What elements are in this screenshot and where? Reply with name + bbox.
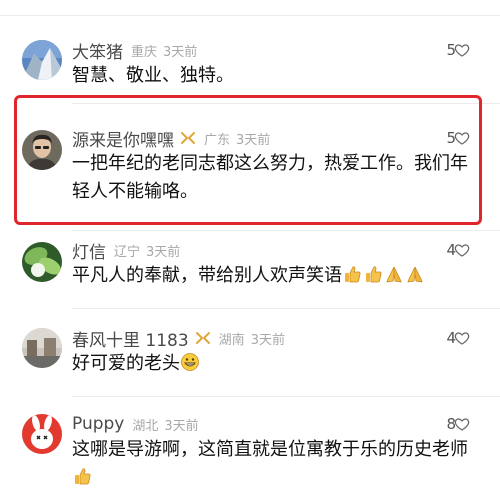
location: 重庆 [131, 44, 158, 60]
heart-icon[interactable] [454, 416, 470, 432]
timestamp: 3天前 [250, 332, 285, 348]
comment-list-page: 大笨猪 重庆 3天前 5 智慧、敬业、独特。 源来是你嘿嘿 广东 3天前 5 一… [0, 0, 500, 496]
comment-body: 好可爱的老头 [72, 353, 180, 374]
location: 湖南 [218, 332, 245, 348]
praying-hands-emoji [384, 264, 404, 284]
timestamp: 3天前 [146, 244, 181, 260]
username[interactable]: 大笨猪 [72, 38, 123, 63]
heart-icon[interactable] [454, 42, 470, 58]
username[interactable]: 源来是你嘿嘿 [72, 126, 174, 151]
vip-badge-icon [195, 330, 211, 346]
comment-body: 智慧、敬业、独特。 [72, 65, 234, 86]
comment-meta: 春风十里 1183 湖南 3天前 [72, 326, 285, 351]
comment-text: 一把年纪的老同志都这么努力，热爱工作。我们年轻人不能输咯。 [72, 150, 468, 206]
heart-icon[interactable] [454, 242, 470, 258]
location: 湖北 [132, 418, 159, 434]
green-plant-avatar-icon[interactable] [22, 242, 62, 282]
thumbs-up-emoji [342, 264, 362, 284]
comment-item: 春风十里 1183 湖南 3天前 4 好可爱的老头 [0, 322, 500, 392]
divider [72, 396, 500, 397]
divider [72, 308, 500, 309]
heart-icon[interactable] [454, 330, 470, 346]
heart-icon[interactable] [454, 130, 470, 146]
comment-meta: Puppy 湖北 3天前 [72, 412, 199, 436]
timestamp: 3天前 [236, 132, 271, 148]
divider [72, 103, 500, 104]
username[interactable]: 春风十里 1183 [72, 326, 189, 351]
comment-body: 这哪是导游啊，这简直就是位寓教于乐的历史老师 [72, 439, 468, 460]
comment-item: 灯信 辽宁 3天前 4 平凡人的奉献，带给别人欢声笑语 [0, 236, 500, 306]
vip-badge-icon [180, 130, 196, 146]
divider [72, 230, 500, 231]
comment-text: 好可爱的老头 [72, 350, 468, 378]
top-divider [0, 15, 500, 16]
username[interactable]: Puppy [72, 414, 124, 434]
thumbs-up-emoji [363, 264, 383, 284]
cartoon-rabbit-avatar-icon[interactable] [22, 414, 62, 454]
timestamp: 3天前 [163, 44, 198, 60]
comment-text: 这哪是导游啊，这简直就是位寓教于乐的历史老师 [72, 436, 468, 492]
comment-text: 平凡人的奉献，带给别人欢声笑语 [72, 262, 468, 290]
location: 辽宁 [114, 244, 141, 260]
comment-item: 源来是你嘿嘿 广东 3天前 5 一把年纪的老同志都这么努力，热爱工作。我们年轻人… [0, 118, 500, 218]
username[interactable]: 灯信 [72, 238, 106, 263]
man-portrait-avatar-icon[interactable] [22, 130, 62, 170]
timestamp: 3天前 [164, 418, 199, 434]
comment-meta: 灯信 辽宁 3天前 [72, 238, 181, 263]
comment-body: 平凡人的奉献，带给别人欢声笑语 [72, 265, 342, 286]
thumbs-up-emoji [72, 466, 92, 486]
location: 广东 [204, 132, 231, 148]
praying-hands-emoji [405, 264, 425, 284]
landscape-avatar-icon[interactable] [22, 328, 62, 368]
mountain-avatar-icon[interactable] [22, 40, 62, 80]
comment-meta: 源来是你嘿嘿 广东 3天前 [72, 126, 271, 151]
grinning-face-emoji [180, 352, 200, 372]
comment-body: 一把年纪的老同志都这么努力，热爱工作。我们年轻人不能输咯。 [72, 153, 468, 202]
comment-text: 智慧、敬业、独特。 [72, 62, 468, 90]
comment-item: Puppy 湖北 3天前 8 这哪是导游啊，这简直就是位寓教于乐的历史老师 [0, 408, 500, 496]
comment-meta: 大笨猪 重庆 3天前 [72, 38, 198, 63]
comment-item: 大笨猪 重庆 3天前 5 智慧、敬业、独特。 [0, 30, 500, 100]
